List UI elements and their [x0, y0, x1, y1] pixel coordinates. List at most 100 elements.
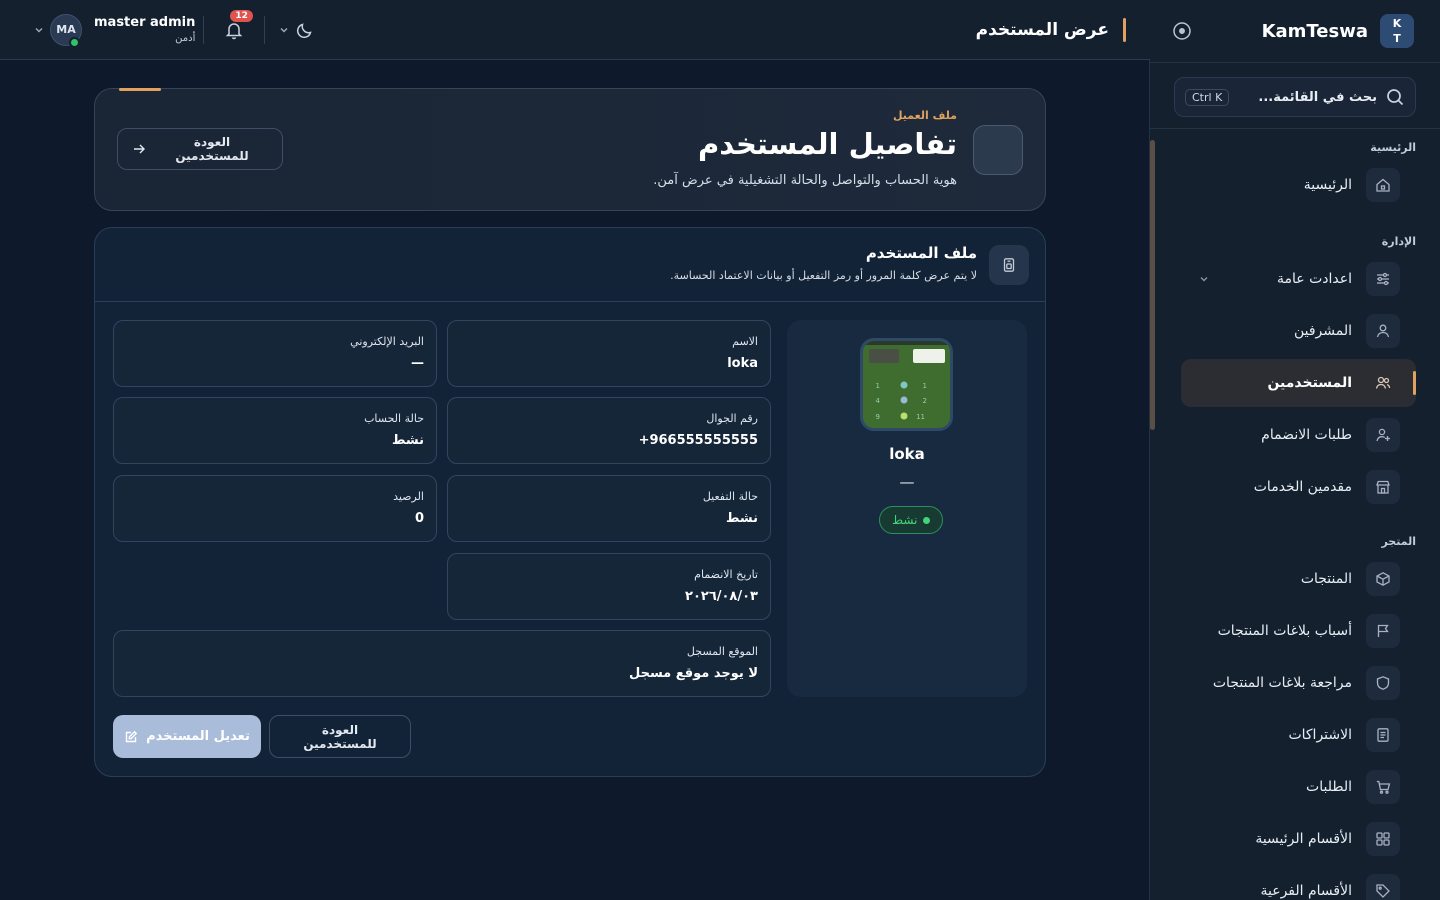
arrow-right-icon [132, 142, 146, 156]
search-shortcut: Ctrl K [1185, 88, 1230, 106]
svg-text:2: 2 [923, 397, 927, 405]
brand-logo[interactable]: K T [1380, 14, 1414, 48]
shield-icon [1366, 666, 1400, 700]
sidebar-item-join-requests[interactable]: طلبات الانضمام [1184, 411, 1416, 459]
sidebar-item-label: مراجعة بلاغات المنتجات [1212, 675, 1352, 691]
status-label: نشط [892, 513, 918, 527]
field-label: البريد الإلكتروني [350, 335, 424, 348]
edit-user-button[interactable]: تعديل المستخدم [113, 715, 261, 758]
sidebar: K T KamTeswa بحث في القائمة... Ctrl K ال… [1149, 0, 1440, 900]
user-menu-chevron-down-icon[interactable] [34, 25, 44, 35]
bell-icon[interactable]: 12 [224, 9, 253, 40]
back-to-users-button[interactable]: العودة للمستخدمين [117, 128, 283, 170]
online-status-dot [69, 36, 80, 48]
svg-text:9: 9 [876, 413, 880, 421]
svg-text:11: 11 [916, 413, 925, 421]
brand-logo-letter: K [1392, 17, 1402, 30]
sliders-icon [1366, 262, 1400, 296]
sidebar-item-label: مقدمين الخدمات [1253, 479, 1352, 495]
sidebar-collapse-icon[interactable] [1172, 21, 1192, 41]
sidebar-item-service-providers[interactable]: مقدمين الخدمات [1184, 463, 1416, 511]
sidebar-item-main-categories[interactable]: الأقسام الرئيسية [1184, 815, 1416, 863]
sidebar-item-users[interactable]: المستخدمين [1181, 359, 1416, 407]
sidebar-item-orders[interactable]: الطلبات [1184, 763, 1416, 811]
field-account-status: حالة الحساب نشط [113, 397, 437, 464]
back-to-users-button[interactable]: العودة للمستخدمين [269, 715, 411, 758]
moon-icon[interactable] [295, 20, 315, 40]
button-label: العودة للمستخدمين [303, 722, 377, 751]
user-role: أدمن [175, 33, 196, 44]
profile-email: — [899, 473, 915, 491]
sidebar-scrollbar[interactable] [1150, 140, 1155, 430]
field-location: الموقع المسجل لا يوجد موقع مسجل [113, 630, 771, 697]
field-value: نشط [391, 433, 424, 448]
cart-icon [1366, 770, 1400, 804]
card-title: ملف المستخدم [865, 244, 977, 262]
sidebar-search[interactable]: بحث في القائمة... Ctrl K [1174, 77, 1416, 117]
sidebar-item-sub-categories[interactable]: الأقسام الفرعية [1184, 867, 1416, 900]
chevron-down-icon[interactable] [1198, 273, 1210, 285]
sidebar-item-supervisors[interactable]: المشرفين [1184, 307, 1416, 355]
avatar-initials: MA [56, 23, 76, 36]
svg-text:4: 4 [876, 397, 881, 405]
sidebar-item-report-reasons[interactable]: أسباب بلاغات المنتجات [1184, 607, 1416, 655]
sidebar-nav: الرئيسية الرئيسية الإدارة اعدادت عامة ال… [1150, 141, 1440, 900]
hero-title: تفاصيل المستخدم [697, 127, 957, 161]
topbar-actions: 12 master admin أدمن MA [28, 9, 315, 48]
field-label: تاريخ الانضمام [694, 568, 758, 581]
user-name: master admin [94, 15, 196, 30]
box-icon [1366, 562, 1400, 596]
field-value: 0 [414, 511, 424, 526]
field-label: الاسم [732, 335, 758, 348]
field-label: الرصيد [393, 490, 424, 503]
store-icon [1366, 470, 1400, 504]
id-card-icon [989, 245, 1029, 285]
page-header-card: ملف العميل تفاصيل المستخدم هوية الحساب و… [94, 88, 1046, 211]
sidebar-item-label: المستخدمين [1267, 375, 1352, 391]
users-icon [1366, 366, 1400, 400]
svg-text:1: 1 [923, 382, 927, 390]
theme-chevron-down-icon[interactable] [279, 25, 289, 35]
hero-icon [973, 125, 1023, 175]
field-label: رقم الجوال [706, 412, 758, 425]
tag-icon [1366, 874, 1400, 900]
user-icon [1366, 314, 1400, 348]
sidebar-item-settings[interactable]: اعدادت عامة [1184, 255, 1416, 303]
field-value: loka [727, 356, 758, 371]
hero-eyebrow: ملف العميل [892, 109, 957, 122]
button-label: تعديل المستخدم [146, 729, 250, 744]
sidebar-item-label: طلبات الانضمام [1261, 427, 1352, 443]
page-heading: عرض المستخدم [976, 17, 1126, 42]
field-label: الموقع المسجل [686, 645, 758, 658]
brand: K T KamTeswa [1150, 0, 1440, 62]
user-photo[interactable]: 11 42 9 11 [860, 338, 953, 431]
hero-subtitle: هوية الحساب والتواصل والحالة التشغيلية ف… [653, 173, 957, 188]
sidebar-item-products[interactable]: المنتجات [1184, 555, 1416, 603]
user-info[interactable]: master admin أدمن [94, 15, 195, 44]
user-profile-card: ملف المستخدم لا يتم عرض كلمة المرور أو ر… [94, 227, 1046, 777]
topbar-divider [264, 15, 266, 44]
avatar[interactable]: MA [50, 13, 82, 48]
nav-section-admin: الإدارة [1381, 235, 1416, 248]
field-label: حالة الحساب [364, 412, 424, 425]
search-input[interactable]: بحث في القائمة... [1258, 90, 1377, 105]
grid-icon [1366, 822, 1400, 856]
card-subtitle: لا يتم عرض كلمة المرور أو رمز التفعيل أو… [670, 269, 977, 282]
sidebar-item-label: الأقسام الرئيسية [1255, 831, 1352, 847]
field-value: — [411, 356, 424, 371]
field-value: لا يوجد موقع مسجل [628, 666, 758, 681]
search-icon [1385, 87, 1405, 107]
button-label: العودة للمستخدمين [175, 135, 249, 163]
sidebar-item-label: المنتجات [1300, 571, 1352, 587]
sidebar-item-report-review[interactable]: مراجعة بلاغات المنتجات [1184, 659, 1416, 707]
sidebar-item-subscriptions[interactable]: الاشتراكات [1184, 711, 1416, 759]
sidebar-item-label: المشرفين [1293, 323, 1352, 339]
profile-name: loka [889, 445, 925, 463]
sidebar-item-home[interactable]: الرئيسية [1184, 161, 1416, 209]
flag-icon [1366, 614, 1400, 648]
nav-section-store: المتجر [1381, 535, 1416, 548]
field-phone: رقم الجوال +966555555555 [447, 397, 771, 464]
home-icon [1366, 168, 1400, 202]
field-activation-status: حالة التفعيل نشط [447, 475, 771, 542]
edit-icon [124, 730, 138, 744]
